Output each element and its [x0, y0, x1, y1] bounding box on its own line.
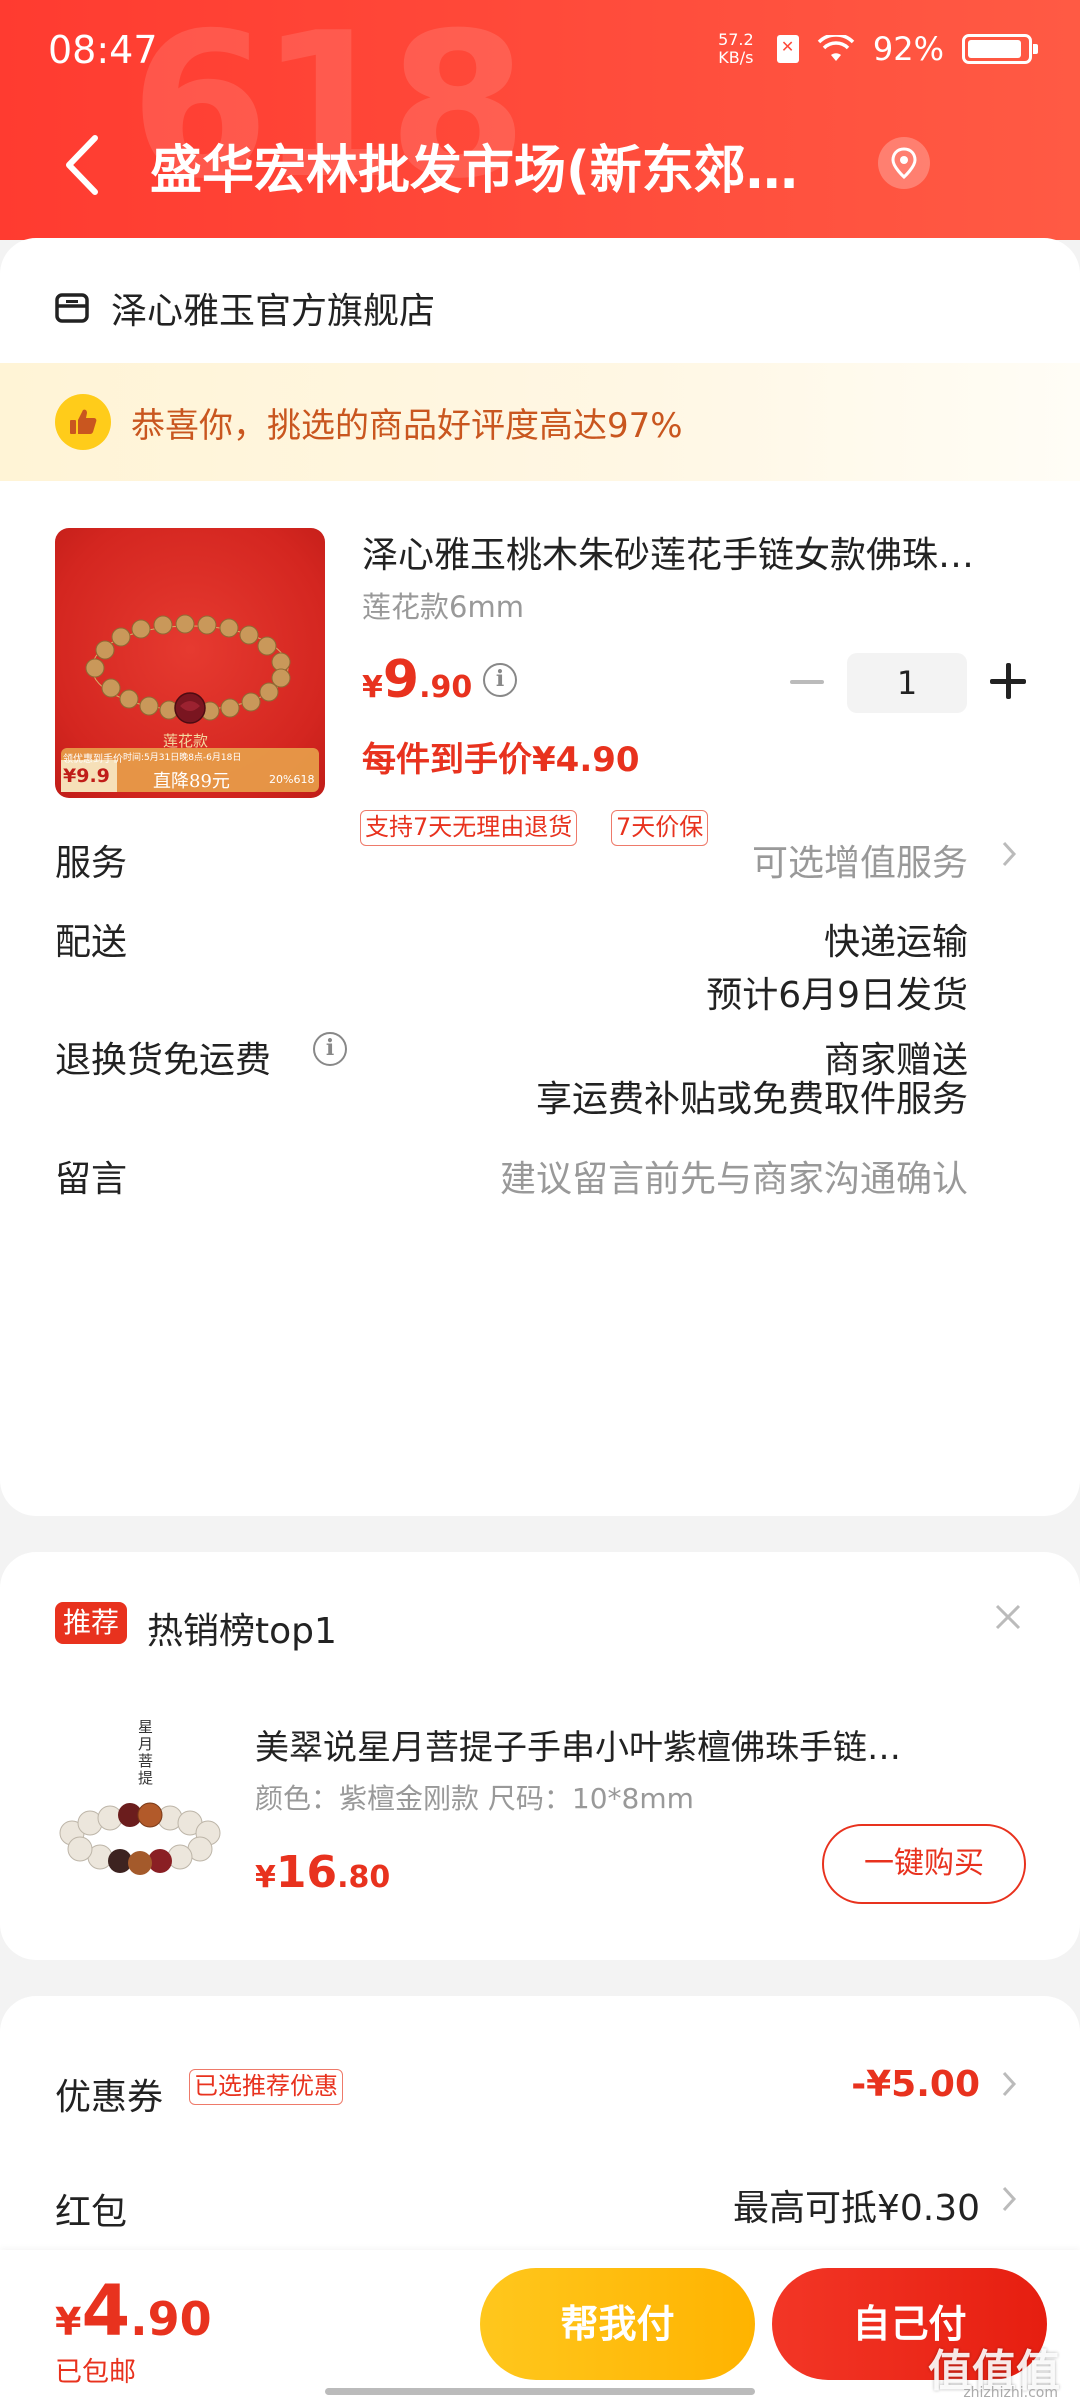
- thumb-up-icon: [55, 394, 111, 450]
- close-icon[interactable]: [993, 1602, 1023, 1632]
- net-speed-value: 57.2: [718, 30, 754, 49]
- recommend-card: 推荐 热销榜top1 星月菩提 美翠说星月菩提子手串小叶紫檀佛珠手链… 颜色：紫…: [0, 1552, 1080, 1960]
- product-price-int: 9: [382, 650, 420, 710]
- product-image-promo-corner: 20%618: [269, 773, 315, 786]
- recommend-product-price: ¥ 16 .80: [255, 1847, 390, 1898]
- location-pin-icon[interactable]: [876, 135, 932, 191]
- status-time: 08:47: [48, 28, 158, 72]
- product-title[interactable]: 泽心雅玉桃木朱砂莲花手链女款佛珠…: [362, 526, 1027, 578]
- product-image[interactable]: 莲花款 领优惠到手价 ¥9.9 时间:5月31日晚8点-6月18日 直降89元 …: [55, 528, 325, 798]
- recommend-badge: 推荐: [55, 1602, 128, 1644]
- total-price-dec: .90: [130, 2292, 212, 2346]
- battery-percent: 92%: [872, 30, 944, 68]
- watermark-url: zhizhizhi.com: [963, 2385, 1058, 2400]
- coupon-chevron-right-icon[interactable]: [1000, 2069, 1018, 2099]
- coupon-label: 优惠券: [55, 2077, 164, 2118]
- home-indicator[interactable]: [325, 2388, 755, 2395]
- service-value[interactable]: 可选增值服务: [752, 834, 968, 886]
- product-image-promo-drop: 直降89元: [153, 771, 230, 792]
- tag-7day-return: 支持7天无理由退货: [360, 810, 578, 846]
- order-card: 泽心雅玉官方旗舰店 恭喜你，挑选的商品好评度高达97% 莲花款 领优惠到手价 ¥…: [0, 238, 1080, 1516]
- recommend-title: 热销榜top1: [147, 1611, 337, 1652]
- status-icons: 57.2 KB/s 92%: [713, 30, 1038, 68]
- status-bar: 08:47 57.2 KB/s 92%: [0, 0, 1080, 100]
- redpack-label: 红包: [55, 2192, 128, 2233]
- message-input[interactable]: 建议留言前先与商家沟通确认: [500, 1150, 968, 1202]
- product-image-promo-time: 时间:5月31日晚8点-6月18日: [123, 753, 242, 763]
- praise-banner: 恭喜你，挑选的商品好评度高达97%: [0, 363, 1080, 481]
- no-sim-icon: [776, 35, 799, 63]
- product-image-promo-price: ¥9.9: [63, 765, 110, 787]
- redpack-chevron-right-icon[interactable]: [1000, 2184, 1018, 2214]
- shop-icon: [55, 293, 89, 323]
- message-label: 留言: [55, 1159, 128, 1200]
- help-me-pay-button[interactable]: 帮我付: [480, 2268, 755, 2380]
- quantity-value[interactable]: 1: [847, 653, 967, 713]
- recommend-product-image[interactable]: 星月菩提: [50, 1715, 230, 1875]
- delivery-label: 配送: [55, 922, 128, 963]
- price-info-icon[interactable]: i: [483, 663, 517, 697]
- coupon-value[interactable]: -¥5.00: [851, 2064, 980, 2105]
- battery-icon: [962, 34, 1038, 64]
- product-image-style-text: 莲花款: [163, 732, 209, 750]
- product-price-yen: ¥: [362, 670, 383, 705]
- net-speed: 57.2 KB/s: [713, 31, 759, 67]
- free-shipping-label: 已包邮: [55, 2357, 136, 2388]
- product-spec[interactable]: 莲花款6mm: [362, 584, 524, 626]
- recommend-product-title[interactable]: 美翠说星月菩提子手串小叶紫檀佛珠手链…: [255, 1720, 1000, 1769]
- service-chevron-right-icon[interactable]: [1000, 839, 1018, 869]
- praise-text: 恭喜你，挑选的商品好评度高达97%: [131, 405, 683, 446]
- coupon-selected-tag: 已选推荐优惠: [189, 2069, 343, 2105]
- total-price-yen: ¥: [55, 2300, 82, 2344]
- delivery-estimate: 预计6月9日发货: [706, 975, 968, 1016]
- header: 618 08:47 57.2 KB/s 92% 盛华宏林批发市场(新东郊…: [0, 0, 1080, 240]
- recommend-price-int: 16: [275, 1847, 338, 1898]
- each-price: 每件到手价¥4.90: [362, 740, 640, 780]
- recommend-product-spec: 颜色：紫檀金刚款 尺码：10*8mm: [255, 1782, 694, 1815]
- recommend-image-text: 星月菩提: [138, 1718, 154, 1787]
- nav-bar: 盛华宏林批发市场(新东郊…: [0, 110, 1080, 220]
- total-price-int: 4: [81, 2270, 131, 2352]
- product-price: ¥ 9 .90: [362, 650, 472, 710]
- tag-7day-price-protect: 7天价保: [611, 810, 709, 846]
- recommend-price-yen: ¥: [255, 1860, 276, 1895]
- delivery-method: 快递运输: [823, 922, 968, 963]
- quantity-increase-button[interactable]: [990, 663, 1026, 699]
- service-label: 服务: [55, 843, 128, 884]
- return-freight-label: 退换货免运费: [55, 1040, 272, 1081]
- shop-name: 泽心雅玉官方旗舰店: [111, 291, 436, 332]
- bottom-bar: ¥ 4 .90 已包邮 帮我付 自己付: [0, 2250, 1080, 2400]
- one-click-buy-button[interactable]: 一键购买: [822, 1824, 1026, 1904]
- redpack-value[interactable]: 最高可抵¥0.30: [733, 2179, 980, 2231]
- total-price: ¥ 4 .90: [55, 2270, 212, 2352]
- back-arrow-icon[interactable]: [55, 130, 115, 200]
- product-image-promo-label: 领优惠到手价: [63, 754, 123, 765]
- shop-row[interactable]: 泽心雅玉官方旗舰店: [55, 273, 435, 343]
- quantity-decrease-button[interactable]: [790, 666, 824, 696]
- wifi-icon: [817, 35, 855, 61]
- net-speed-unit: KB/s: [718, 48, 754, 67]
- product-price-dec: .90: [419, 670, 473, 705]
- recommend-price-dec: .80: [337, 1860, 391, 1895]
- return-freight-desc: 享运费补贴或免费取件服务: [535, 1079, 968, 1120]
- return-freight-info-icon[interactable]: i: [313, 1032, 347, 1066]
- address-title[interactable]: 盛华宏林批发市场(新东郊…: [150, 128, 850, 203]
